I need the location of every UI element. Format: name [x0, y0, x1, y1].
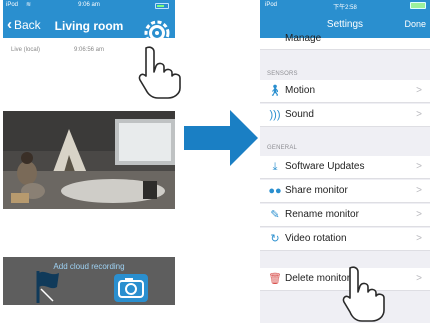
live-label: Live (local) [11, 47, 41, 53]
chevron-right-icon: > [416, 85, 422, 96]
settings-item-sound[interactable]: ))) Sound > [260, 104, 430, 127]
chevron-right-icon: > [416, 273, 422, 284]
status-time: 9:06 am [78, 2, 100, 8]
settings-item-label: Rename monitor [285, 209, 359, 220]
living-room-video-image [3, 111, 175, 209]
cloud-recording-label: Add cloud recording [53, 262, 125, 271]
live-video-frame[interactable] [3, 111, 175, 209]
settings-item-motion[interactable]: 🚶︎ Motion > [260, 80, 430, 103]
settings-item-label: Video rotation [285, 233, 347, 244]
settings-item-label: Sound [285, 109, 314, 120]
chevron-right-icon: > [416, 233, 422, 244]
section-header-sensors: SENSORS [267, 71, 298, 77]
motion-icon: 🚶︎ [268, 85, 282, 97]
settings-item-label: Share monitor [285, 185, 348, 196]
trash-icon: 🗑︎ [268, 273, 282, 285]
chevron-right-icon: > [416, 161, 422, 172]
camera-icon[interactable] [113, 273, 149, 303]
settings-item-video-rotation[interactable]: ↻ Video rotation > [260, 228, 430, 251]
battery-icon [155, 3, 169, 9]
settings-item-label: Software Updates [285, 161, 365, 172]
people-icon: ●● [268, 185, 282, 197]
done-button[interactable]: Done [404, 19, 426, 29]
cloud-recording-bar[interactable]: Add cloud recording [3, 257, 175, 305]
sound-icon: ))) [269, 109, 281, 121]
settings-item-rename-monitor[interactable]: ✎ Rename monitor > [260, 204, 430, 227]
status-time: 下午2:58 [333, 5, 357, 11]
settings-item-label: Motion [285, 85, 316, 96]
pencil-icon: ✎ [270, 209, 280, 221]
pointing-hand-icon [342, 266, 385, 322]
settings-item-manage[interactable]: Manage [260, 33, 430, 50]
download-icon: ⤓ [272, 161, 278, 173]
status-bar: iPod 下午2:58 [260, 0, 430, 12]
battery-icon [410, 2, 426, 9]
pointing-hand-icon [138, 46, 181, 99]
chevron-right-icon: > [416, 185, 422, 196]
chevron-right-icon: > [416, 109, 422, 120]
settings-gear-icon[interactable] [140, 16, 174, 50]
settings-item-label: Manage [285, 33, 322, 44]
settings-item-share-monitor[interactable]: ●● Share monitor > [260, 180, 430, 203]
settings-item-software-updates[interactable]: ⤓ Software Updates > [260, 156, 430, 179]
section-header-general: GENERAL [267, 145, 298, 151]
live-timestamp: 9:06:56 am [74, 47, 105, 53]
rotate-icon: ↻ [270, 233, 280, 245]
chevron-right-icon: > [416, 209, 422, 220]
flag-icon[interactable] [35, 269, 61, 303]
arrow-right-icon [184, 110, 258, 166]
status-bar: iPod ≋ 9:06 am [3, 0, 175, 12]
